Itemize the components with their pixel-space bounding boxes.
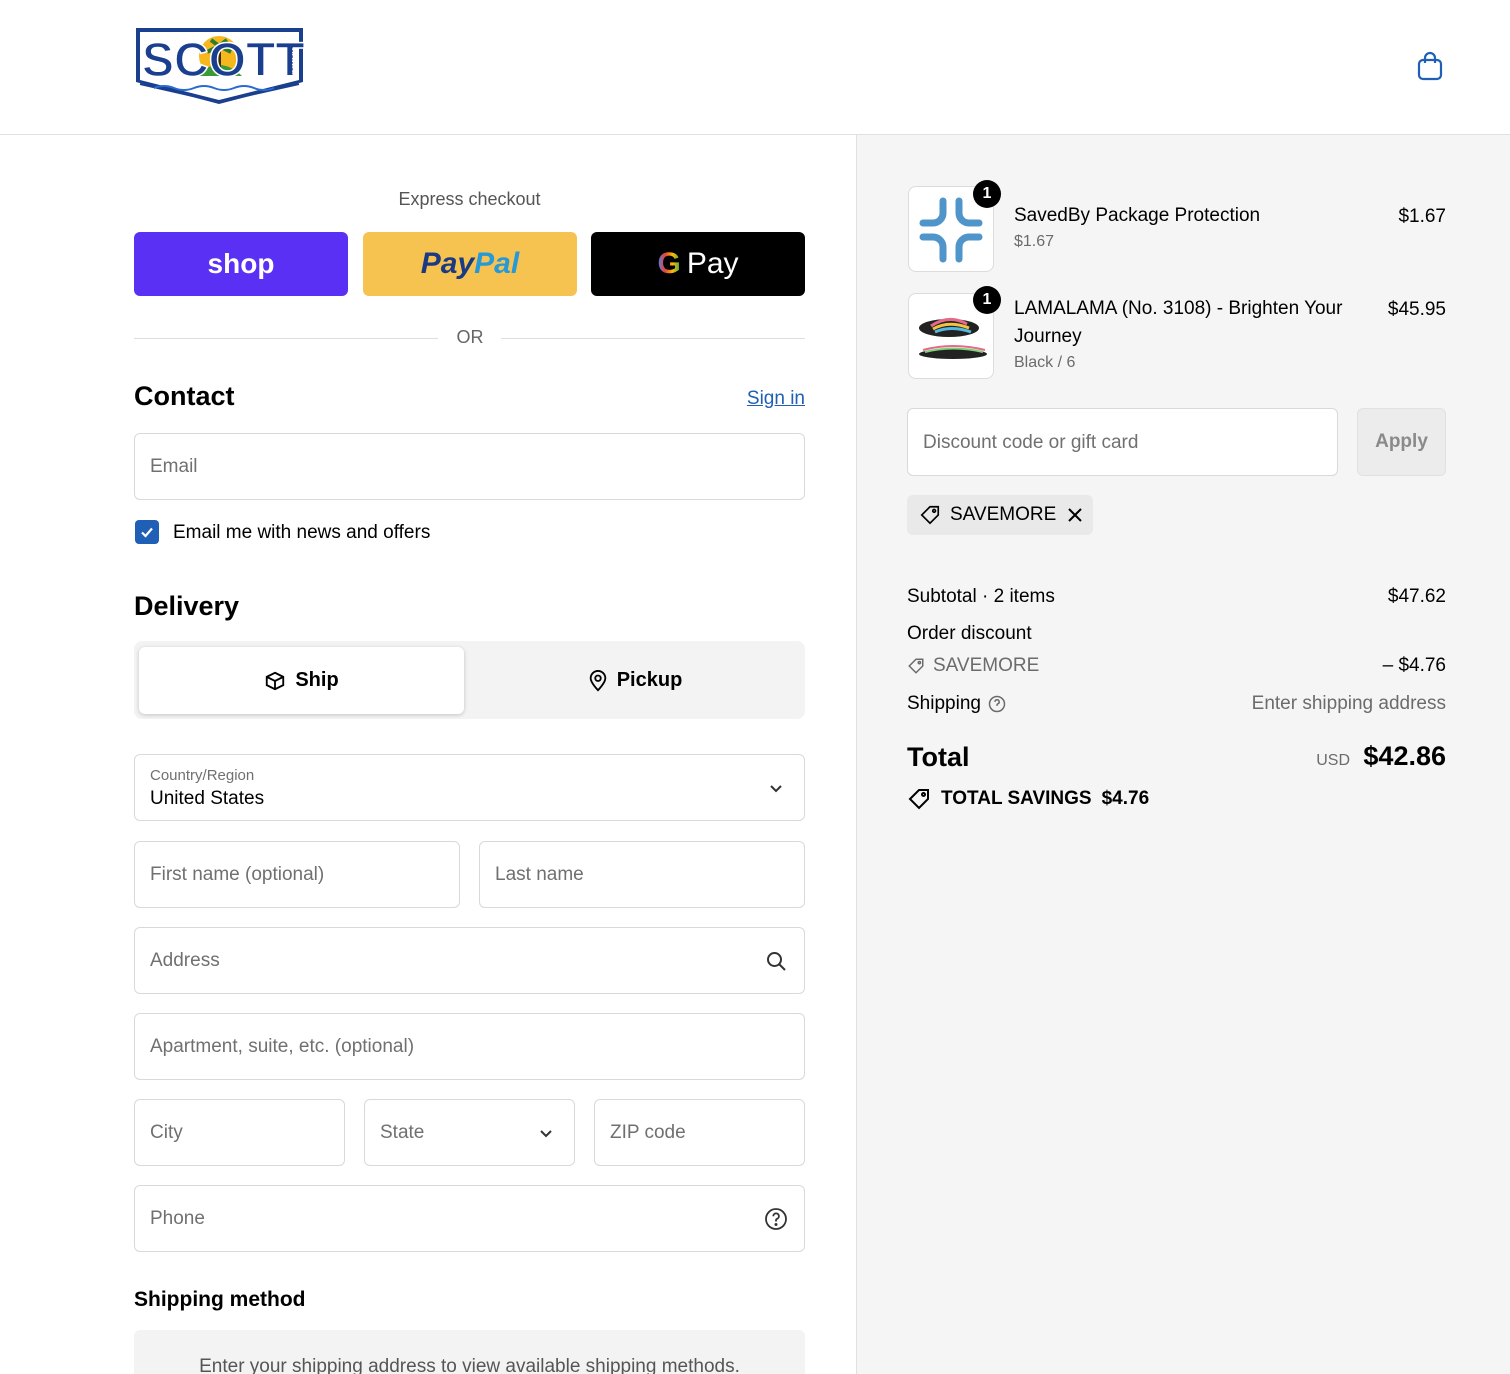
subtotal-value: $47.62 bbox=[1387, 586, 1446, 607]
city-field[interactable]: City bbox=[134, 1099, 345, 1166]
item-subtitle: $1.67 bbox=[1014, 233, 1055, 250]
paypal-label-part2: Pal bbox=[474, 247, 520, 280]
google-pay-button[interactable]: G Pay bbox=[591, 232, 805, 296]
newsletter-label[interactable]: Email me with news and offers bbox=[173, 522, 430, 544]
pickup-option[interactable]: Pickup bbox=[470, 647, 800, 714]
shipping-row: Shipping bbox=[907, 693, 1006, 715]
shipping-method-placeholder-box: Enter your shipping address to view avai… bbox=[134, 1330, 805, 1374]
last-name-placeholder: Last name bbox=[495, 864, 584, 885]
discount-placeholder: Discount code or gift card bbox=[923, 432, 1139, 453]
state-placeholder: State bbox=[380, 1122, 425, 1143]
phone-placeholder: Phone bbox=[150, 1208, 205, 1229]
phone-field[interactable]: Phone bbox=[134, 1185, 805, 1252]
applied-discount-code: SAVEMORE bbox=[950, 504, 1057, 525]
item-name-line1: LAMALAMA (No. 3108) - Brighten Your bbox=[1014, 298, 1343, 319]
checkout-form: Express checkout shop Pay Pal G Pay OR Con… bbox=[0, 135, 857, 1374]
item-name: SavedBy Package Protection bbox=[1014, 205, 1261, 226]
location-pin-icon bbox=[589, 669, 606, 691]
shop-pay-button[interactable]: shop bbox=[134, 232, 348, 296]
google-pay-label: Pay bbox=[686, 247, 739, 280]
quantity-badge: 1 bbox=[973, 180, 1001, 208]
address-field[interactable]: Address bbox=[134, 927, 805, 994]
or-label: OR bbox=[456, 327, 484, 347]
order-discount-code-row: SAVEMORE bbox=[907, 655, 1039, 677]
tag-icon bbox=[908, 658, 924, 674]
email-field[interactable]: Email bbox=[134, 433, 805, 500]
shopping-bag-icon[interactable] bbox=[1414, 50, 1446, 82]
help-circle-icon[interactable] bbox=[988, 695, 1006, 713]
item-price: $45.95 bbox=[1387, 299, 1446, 320]
remove-discount-button[interactable] bbox=[1066, 506, 1084, 524]
total-label: Total bbox=[907, 742, 970, 772]
total-savings-value: $4.76 bbox=[1101, 788, 1150, 809]
item-price: $1.67 bbox=[1398, 206, 1446, 227]
ship-label: Ship bbox=[295, 669, 339, 691]
shipping-method-heading: Shipping method bbox=[134, 1288, 306, 1311]
close-icon bbox=[1068, 508, 1082, 522]
checkmark-icon bbox=[141, 527, 153, 538]
total-currency: USD bbox=[1316, 752, 1350, 769]
or-divider-left bbox=[134, 338, 438, 339]
order-discount-code: SAVEMORE bbox=[933, 655, 1040, 676]
subtotal-label: Subtotal · 2 items bbox=[907, 586, 1055, 607]
newsletter-checkbox[interactable] bbox=[135, 520, 159, 544]
search-icon bbox=[767, 952, 786, 971]
country-select[interactable]: Country/Region United States bbox=[134, 754, 805, 821]
scott-hawaii-logo[interactable]: SCOTT HAWAII bbox=[134, 26, 305, 106]
shipping-label: Shipping bbox=[907, 693, 981, 714]
box-icon bbox=[266, 671, 285, 690]
item-variant: Black / 6 bbox=[1014, 354, 1076, 371]
zip-field[interactable]: ZIP code bbox=[594, 1099, 805, 1166]
or-divider-right bbox=[501, 338, 805, 339]
discount-code-input[interactable]: Discount code or gift card bbox=[907, 408, 1338, 476]
tag-icon bbox=[908, 789, 929, 810]
last-name-field[interactable]: Last name bbox=[479, 841, 805, 908]
apartment-field[interactable]: Apartment, suite, etc. (optional) bbox=[134, 1013, 805, 1080]
zip-placeholder: ZIP code bbox=[610, 1122, 686, 1143]
city-placeholder: City bbox=[150, 1122, 183, 1143]
sign-in-link[interactable]: Sign in bbox=[700, 388, 805, 410]
chevron-down-icon bbox=[540, 1130, 552, 1138]
country-label: Country/Region bbox=[150, 767, 255, 784]
google-g-icon: G bbox=[657, 247, 681, 280]
paypal-label-part1: Pay bbox=[420, 247, 475, 280]
first-name-field[interactable]: First name (optional) bbox=[134, 841, 460, 908]
country-value: United States bbox=[150, 788, 265, 809]
quantity-badge: 1 bbox=[973, 286, 1001, 314]
contact-heading: Contact bbox=[134, 381, 235, 411]
scott-wordmark: SCOTT bbox=[141, 33, 305, 88]
shipping-value: Enter shipping address bbox=[1251, 693, 1446, 714]
delivery-method-toggle: Ship Pickup bbox=[134, 641, 805, 719]
header: SCOTT HAWAII bbox=[0, 0, 1510, 135]
pickup-label: Pickup bbox=[616, 669, 683, 691]
apartment-placeholder: Apartment, suite, etc. (optional) bbox=[150, 1036, 415, 1057]
email-placeholder: Email bbox=[150, 456, 198, 477]
apply-discount-button[interactable]: Apply bbox=[1357, 408, 1446, 476]
state-select[interactable]: State bbox=[364, 1099, 575, 1166]
tag-icon bbox=[920, 505, 940, 525]
total-value: $42.86 bbox=[1363, 741, 1446, 771]
order-summary: 1 SavedBy Package Protection $1.67 $1.67… bbox=[857, 135, 1510, 1374]
shop-pay-label: shop bbox=[207, 248, 275, 279]
svg-text:SCOTT: SCOTT bbox=[142, 34, 305, 87]
address-placeholder: Address bbox=[150, 950, 220, 971]
order-discount-label: Order discount bbox=[907, 623, 1032, 644]
shipping-method-message: Enter your shipping address to view avai… bbox=[199, 1356, 740, 1374]
order-discount-value: – $4.76 bbox=[1382, 655, 1446, 676]
delivery-heading: Delivery bbox=[134, 591, 240, 621]
chevron-down-icon bbox=[770, 785, 782, 793]
ship-option[interactable]: Ship bbox=[139, 647, 464, 714]
paypal-button[interactable]: Pay Pal bbox=[363, 232, 577, 296]
help-circle-icon[interactable] bbox=[764, 1207, 788, 1231]
express-checkout-title: Express checkout bbox=[398, 189, 541, 209]
applied-discount-chip: SAVEMORE bbox=[907, 495, 1093, 535]
first-name-placeholder: First name (optional) bbox=[150, 864, 325, 885]
total-savings-row: TOTAL SAVINGS $4.76 bbox=[907, 787, 1149, 811]
total-savings-label: TOTAL SAVINGS bbox=[941, 788, 1092, 809]
hawaii-wordmark: HAWAII bbox=[290, 48, 299, 76]
item-name-line2: Journey bbox=[1014, 326, 1082, 347]
